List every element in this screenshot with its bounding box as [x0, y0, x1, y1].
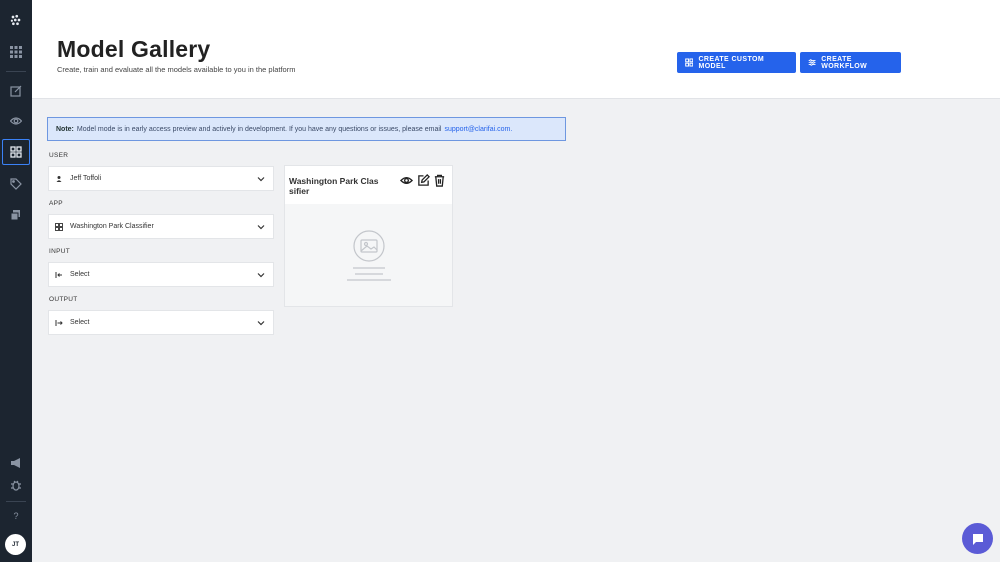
app-grid-icon	[55, 222, 63, 231]
input-icon	[55, 271, 63, 279]
sidebar-divider	[6, 501, 26, 502]
user-label: USER	[49, 152, 69, 159]
stack-icon[interactable]	[0, 204, 32, 226]
chevron-down-icon	[257, 273, 265, 278]
support-email-link[interactable]: support@clarifai.com.	[444, 126, 512, 133]
model-card[interactable]: Washington Park Classifier	[284, 165, 453, 307]
help-icon[interactable]: ?	[0, 505, 32, 527]
apps-grid-icon[interactable]	[0, 41, 32, 63]
trash-icon[interactable]	[433, 174, 446, 187]
page-subtitle: Create, train and evaluate all the model…	[57, 65, 296, 74]
note-prefix: Note:	[56, 125, 74, 133]
create-workflow-label: CREATE WORKFLOW	[821, 55, 868, 70]
sidebar: ? JT	[0, 0, 32, 562]
chevron-down-icon	[257, 321, 265, 326]
megaphone-icon[interactable]	[0, 452, 32, 474]
output-icon	[55, 319, 63, 327]
create-custom-model-label: CREATE CUSTOM MODEL	[698, 55, 765, 70]
user-select[interactable]: Jeff Toffoli	[48, 166, 274, 191]
app-select[interactable]: Washington Park Classifier	[48, 214, 274, 239]
edit-icon[interactable]	[0, 80, 32, 102]
input-label: INPUT	[49, 248, 70, 255]
page-title: Model Gallery	[57, 36, 211, 62]
sidebar-divider	[6, 71, 26, 72]
output-select-value: Select	[70, 319, 90, 326]
output-label: OUTPUT	[49, 296, 78, 303]
workflow-icon	[808, 59, 816, 66]
chat-button[interactable]	[962, 523, 993, 554]
app-select-value: Washington Park Classifier	[70, 223, 154, 230]
note-text: Model mode is in early access preview an…	[76, 125, 442, 133]
edit-icon[interactable]	[417, 174, 430, 187]
chat-icon	[972, 533, 983, 545]
user-icon	[55, 175, 63, 183]
grid-icon	[685, 58, 694, 67]
model-card-title: Washington Park Classifier	[289, 176, 379, 196]
create-custom-model-button[interactable]: CREATE CUSTOM MODEL	[677, 52, 796, 73]
model-gallery-icon[interactable]	[2, 139, 30, 165]
output-select[interactable]: Select	[48, 310, 274, 335]
chevron-down-icon	[257, 225, 265, 230]
early-access-note: Note: Model mode is in early access prev…	[47, 117, 566, 141]
eye-icon[interactable]	[400, 174, 413, 187]
input-select-value: Select	[70, 271, 90, 278]
create-workflow-button[interactable]: CREATE WORKFLOW	[800, 52, 901, 73]
page-header: Model Gallery Create, train and evaluate…	[32, 0, 1000, 99]
avatar[interactable]: JT	[5, 534, 26, 555]
chevron-down-icon	[257, 177, 265, 182]
app-label: APP	[49, 200, 63, 207]
model-card-header: Washington Park Classifier	[285, 166, 452, 204]
image-placeholder-icon	[347, 230, 391, 281]
user-select-value: Jeff Toffoli	[70, 175, 102, 182]
logo-icon[interactable]	[0, 8, 32, 32]
input-select[interactable]: Select	[48, 262, 274, 287]
tag-icon[interactable]	[0, 173, 32, 195]
eye-icon[interactable]	[0, 110, 32, 132]
bug-icon[interactable]	[0, 474, 32, 496]
